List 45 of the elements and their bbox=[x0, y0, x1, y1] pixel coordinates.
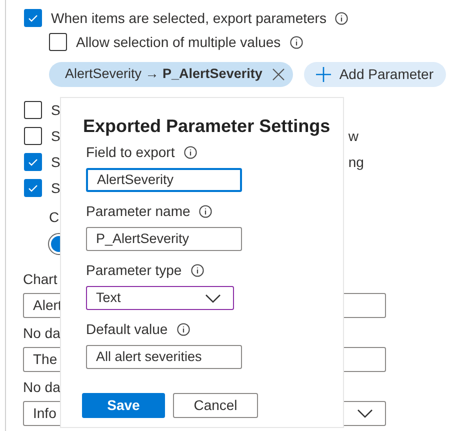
save-button[interactable]: Save bbox=[82, 393, 165, 418]
popup-title: Exported Parameter Settings bbox=[83, 115, 330, 138]
option-label: Allow selection of multiple values bbox=[76, 32, 281, 52]
option-label: S bbox=[51, 100, 60, 120]
option-label: w bbox=[348, 126, 358, 146]
close-icon[interactable] bbox=[272, 68, 286, 81]
info-icon[interactable] bbox=[176, 323, 190, 336]
chevron-down-icon bbox=[205, 294, 221, 302]
checkmark-icon bbox=[27, 182, 39, 194]
field-label: No da bbox=[23, 324, 60, 343]
checkbox[interactable] bbox=[24, 127, 42, 145]
option-label: S bbox=[51, 178, 60, 198]
option-label: S bbox=[51, 152, 60, 172]
option-label: S bbox=[51, 126, 60, 146]
option-label: When items are selected, export parameters bbox=[51, 8, 326, 28]
info-icon[interactable] bbox=[335, 12, 348, 24]
checkbox[interactable] bbox=[49, 33, 67, 51]
input-field[interactable]: All alert severities bbox=[86, 345, 242, 369]
checkmark-icon bbox=[27, 156, 39, 168]
parameter-chip[interactable]: AlertSeverity → P_AlertSeverity bbox=[49, 62, 294, 87]
chip-label: AlertSeverity → P_AlertSeverity bbox=[65, 65, 262, 84]
info-icon[interactable] bbox=[190, 264, 204, 277]
info-icon[interactable] bbox=[199, 205, 212, 218]
field-label: Field to export bbox=[86, 143, 175, 162]
checkmark-icon bbox=[27, 12, 39, 24]
field-label: Default value bbox=[86, 320, 168, 339]
input-field[interactable]: P_AlertSeverity bbox=[86, 227, 242, 251]
add-parameter-button[interactable]: Add Parameter bbox=[304, 62, 446, 87]
field-label: Parameter name bbox=[86, 202, 190, 221]
checkbox[interactable] bbox=[24, 179, 42, 197]
checkbox[interactable] bbox=[24, 153, 42, 171]
plus-icon bbox=[316, 67, 332, 82]
chevron-down-icon bbox=[357, 409, 373, 418]
option-label: ng bbox=[348, 152, 364, 172]
color-label: C bbox=[49, 208, 60, 227]
cancel-button[interactable]: Cancel bbox=[173, 393, 258, 418]
checkbox[interactable] bbox=[24, 9, 42, 27]
dropdown[interactable]: Text bbox=[86, 286, 234, 310]
field-label: Parameter type bbox=[86, 261, 182, 280]
info-icon[interactable] bbox=[290, 36, 303, 48]
field-label: Chart bbox=[23, 270, 58, 289]
field-label: No da bbox=[23, 378, 60, 397]
checkbox[interactable] bbox=[24, 101, 42, 119]
input-field[interactable]: AlertSeverity bbox=[86, 168, 242, 192]
info-icon[interactable] bbox=[184, 146, 197, 159]
